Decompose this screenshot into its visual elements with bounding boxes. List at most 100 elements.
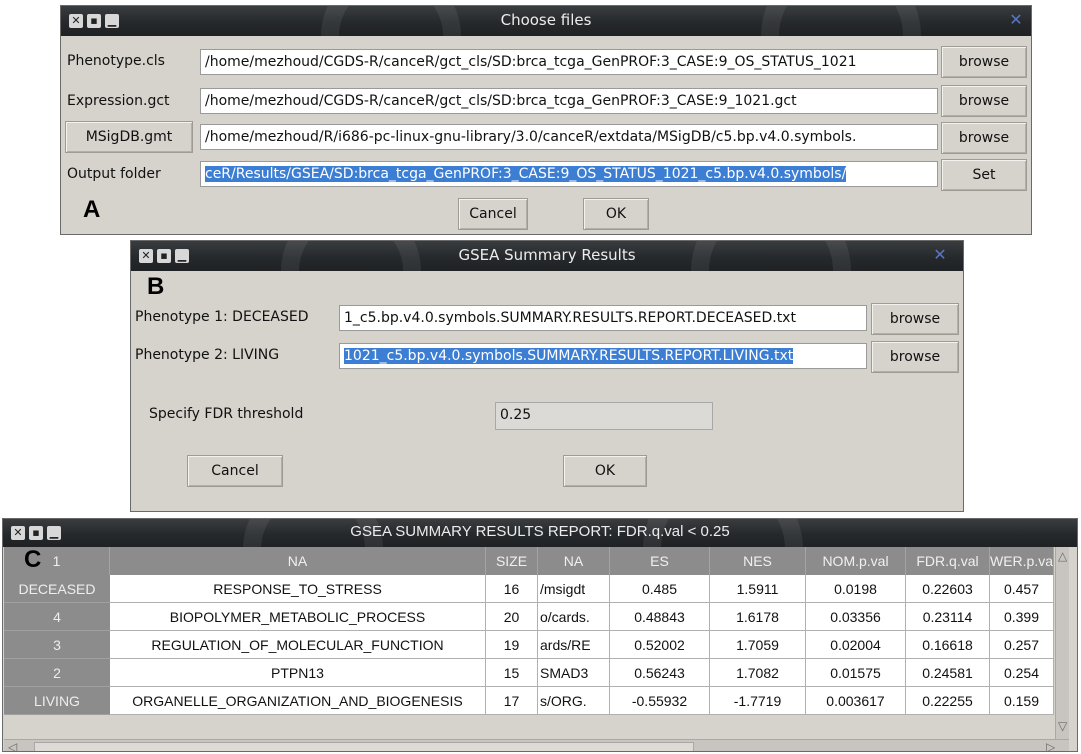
table-cell[interactable]: 0.23114 [906, 603, 990, 631]
table-cell[interactable]: 1.6178 [710, 603, 806, 631]
window-title: GSEA Summary Results [458, 246, 636, 264]
table-cell[interactable]: 19 [486, 631, 538, 659]
vertical-scrollbar[interactable]: △ ▽ [1055, 547, 1069, 751]
table-cell[interactable]: 0.485 [610, 575, 710, 603]
table-cell[interactable]: ORGANELLE_ORGANIZATION_AND_BIOGENESIS [110, 687, 486, 715]
cancel-button[interactable]: Cancel [458, 198, 528, 230]
table-cell[interactable]: 0.56243 [610, 659, 710, 687]
table-cell[interactable]: 0.03356 [806, 603, 906, 631]
table-cell[interactable]: 0.003617 [806, 687, 906, 715]
gsea-report-window: ✕ ▪ ▁ GSEA SUMMARY RESULTS REPORT: FDR.q… [2, 518, 1078, 752]
output-folder-label: Output folder [67, 166, 161, 182]
table-cell[interactable]: 0.457 [990, 575, 1054, 603]
msigdb-gmt-field[interactable]: /home/mezhoud/R/i686-pc-linux-gnu-librar… [200, 124, 938, 150]
output-folder-set-button[interactable]: Set [941, 159, 1027, 191]
ok-button[interactable]: OK [583, 198, 649, 230]
scroll-down-icon[interactable]: ▽ [1058, 719, 1067, 733]
window-menu-icon[interactable]: ✕ [931, 246, 949, 264]
panel-letter-c: C [24, 546, 42, 573]
column-header-fwer-pval[interactable]: WER.p.va [990, 547, 1054, 575]
table-cell[interactable]: 0.16618 [906, 631, 990, 659]
column-header-nes[interactable]: NES [710, 547, 806, 575]
titlebar[interactable]: ✕ ▪ ▁ GSEA SUMMARY RESULTS REPORT: FDR.q… [3, 519, 1077, 547]
panel-letter-a: A [83, 196, 101, 223]
phenotype2-field[interactable]: 1021_c5.bp.v4.0.symbols.SUMMARY.RESULTS.… [339, 343, 867, 369]
expression-gct-label: Expression.gct [67, 93, 170, 109]
scrollbar-thumb[interactable] [34, 742, 694, 751]
table-cell[interactable]: 0.52002 [610, 631, 710, 659]
results-table: 1 NA SIZE NA ES NES NOM.p.val FDR.q.val … [4, 546, 1069, 751]
table-cell[interactable]: 0.02004 [806, 631, 906, 659]
fdr-threshold-label: Specify FDR threshold [149, 406, 304, 422]
panel-letter-b: B [147, 273, 165, 300]
fdr-threshold-field[interactable]: 0.25 [495, 402, 713, 430]
table-cell[interactable]: PTPN13 [110, 659, 486, 687]
window-menu-icon[interactable]: ✕ [1007, 11, 1025, 29]
row-header[interactable]: 2 [4, 659, 110, 687]
output-folder-field[interactable]: ceR/Results/GSEA/SD:brca_tcga_GenPROF:3_… [200, 161, 938, 187]
table-cell[interactable]: 0.22255 [906, 687, 990, 715]
table-cell[interactable]: 0.254 [990, 659, 1054, 687]
titlebar[interactable]: ✕ ▪ ▁ GSEA Summary Results ✕ [131, 241, 963, 271]
table-cell[interactable]: SMAD3 [538, 659, 610, 687]
ok-button[interactable]: OK [563, 455, 647, 487]
table-cell[interactable]: 17 [486, 687, 538, 715]
table-cell[interactable]: 1.7082 [710, 659, 806, 687]
table-cell[interactable]: s/ORG. [538, 687, 610, 715]
table-cell[interactable]: REGULATION_OF_MOLECULAR_FUNCTION [110, 631, 486, 659]
table-cell[interactable]: -0.55932 [610, 687, 710, 715]
table-cell[interactable]: 0.159 [990, 687, 1054, 715]
table-cell[interactable]: o/cards. [538, 603, 610, 631]
row-header[interactable]: DECEASED [4, 575, 110, 603]
row-header[interactable]: LIVING [4, 687, 110, 715]
table-cell[interactable]: 1.7059 [710, 631, 806, 659]
table-cell[interactable]: /msigdt [538, 575, 610, 603]
cancel-button[interactable]: Cancel [187, 455, 283, 487]
scroll-up-icon[interactable]: △ [1058, 549, 1067, 563]
table-cell[interactable]: 16 [486, 575, 538, 603]
table-cell[interactable]: 0.0198 [806, 575, 906, 603]
expression-gct-field[interactable]: /home/mezhoud/CGDS-R/canceR/gct_cls/SD:b… [200, 88, 938, 114]
table-cell[interactable]: 15 [486, 659, 538, 687]
table-cell[interactable]: 20 [486, 603, 538, 631]
phenotype2-browse-button[interactable]: browse [871, 341, 959, 373]
phenotype-cls-browse-button[interactable]: browse [941, 46, 1027, 78]
table-cell[interactable]: RESPONSE_TO_STRESS [110, 575, 486, 603]
phenotype1-browse-button[interactable]: browse [871, 303, 959, 335]
phenotype2-label: Phenotype 2: LIVING [135, 347, 280, 363]
table-cell[interactable]: BIOPOLYMER_METABOLIC_PROCESS [110, 603, 486, 631]
msigdb-gmt-button[interactable]: MSigDB.gmt [65, 121, 193, 153]
phenotype1-field[interactable]: 1_c5.bp.v4.0.symbols.SUMMARY.RESULTS.REP… [339, 305, 867, 331]
column-header-name[interactable]: NA [110, 547, 486, 575]
column-header-na[interactable]: NA [538, 547, 610, 575]
window-title: Choose files [500, 11, 592, 29]
table-cell[interactable]: 0.399 [990, 603, 1054, 631]
table-cell[interactable]: 0.48843 [610, 603, 710, 631]
table-cell[interactable]: 0.24581 [906, 659, 990, 687]
phenotype1-label: Phenotype 1: DECEASED [135, 309, 309, 325]
table-cell[interactable]: 0.01575 [806, 659, 906, 687]
table-cell[interactable]: 1.5911 [710, 575, 806, 603]
expression-gct-browse-button[interactable]: browse [941, 85, 1027, 117]
row-header[interactable]: 4 [4, 603, 110, 631]
table-cell[interactable]: -1.7719 [710, 687, 806, 715]
table-cell[interactable]: 0.22603 [906, 575, 990, 603]
column-header-es[interactable]: ES [610, 547, 710, 575]
output-folder-selected-text: ceR/Results/GSEA/SD:brca_tcga_GenPROF:3_… [205, 166, 847, 182]
gsea-summary-window: ✕ ▪ ▁ GSEA Summary Results ✕ B Phenotype… [130, 240, 964, 512]
choose-files-window: ✕ ▪ ▁ Choose files ✕ Phenotype.cls /home… [60, 5, 1032, 235]
column-header-nom-pval[interactable]: NOM.p.val [806, 547, 906, 575]
msigdb-gmt-browse-button[interactable]: browse [941, 122, 1027, 154]
horizontal-scrollbar[interactable]: ◁ ▷ [4, 739, 1069, 751]
table-cell[interactable]: ards/RE [538, 631, 610, 659]
row-header[interactable]: 3 [4, 631, 110, 659]
phenotype2-selected-text: 1021_c5.bp.v4.0.symbols.SUMMARY.RESULTS.… [344, 348, 794, 364]
column-header-size[interactable]: SIZE [486, 547, 538, 575]
phenotype-cls-field[interactable]: /home/mezhoud/CGDS-R/canceR/gct_cls/SD:b… [200, 49, 938, 75]
scroll-left-icon[interactable]: ◁ [8, 740, 17, 751]
table-cell[interactable]: 0.257 [990, 631, 1054, 659]
column-header-index[interactable]: 1 [4, 547, 110, 575]
titlebar[interactable]: ✕ ▪ ▁ Choose files ✕ [61, 6, 1031, 36]
scroll-right-icon[interactable]: ▷ [1046, 740, 1055, 751]
column-header-fdr-qval[interactable]: FDR.q.val [906, 547, 990, 575]
